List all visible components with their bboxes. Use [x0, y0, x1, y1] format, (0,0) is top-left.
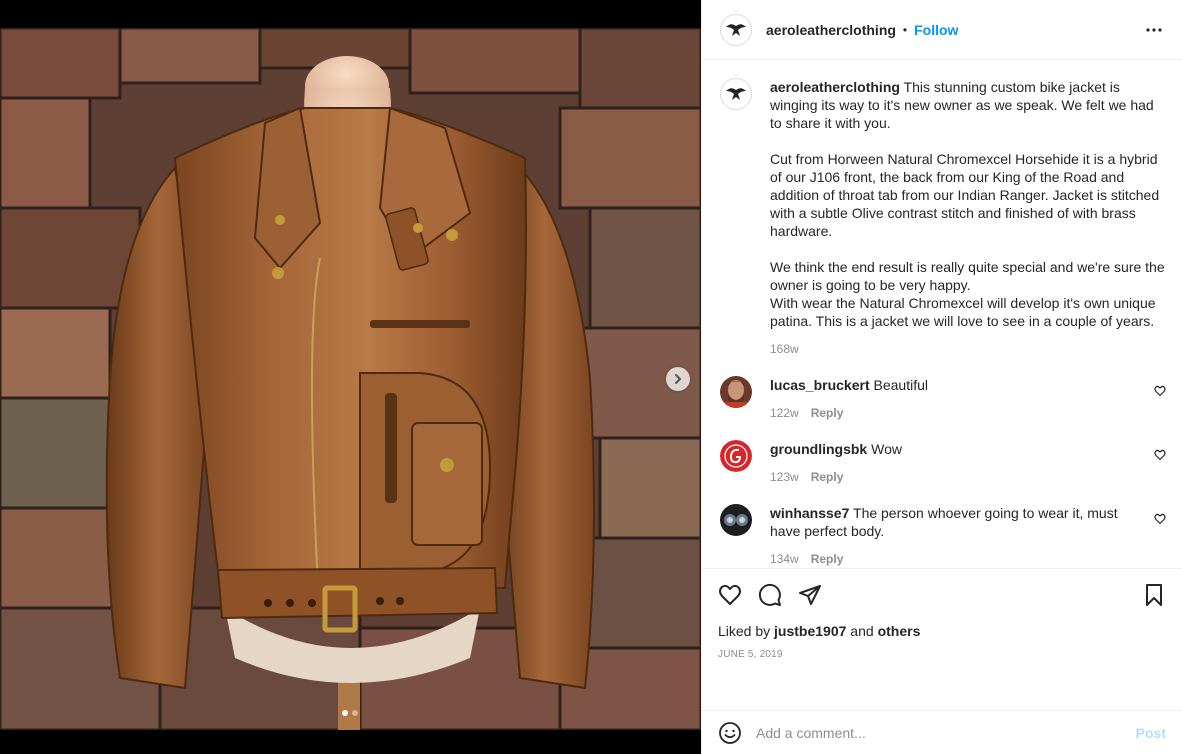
commenter-avatar[interactable] [720, 504, 752, 536]
avatar-photo [720, 504, 752, 536]
comment-timestamp[interactable]: 134w [770, 552, 799, 566]
comment-text: Wow [867, 441, 902, 457]
comment-item: groundlingsbk Wow 123w Reply [720, 440, 1166, 484]
comment-like-button[interactable] [1154, 448, 1166, 466]
heart-icon [719, 584, 741, 605]
comment-input[interactable] [756, 724, 1136, 741]
post-media [0, 0, 701, 754]
avatar-photo [720, 376, 752, 408]
like-button[interactable] [718, 583, 742, 607]
comment-item: winhansse7 The person whoever going to w… [720, 504, 1166, 566]
paper-plane-icon [799, 585, 821, 605]
comment-text-block: groundlingsbk Wow [770, 440, 1130, 458]
save-button[interactable] [1142, 583, 1166, 607]
reply-button[interactable]: Reply [811, 470, 844, 484]
commenter-avatar[interactable] [720, 376, 752, 408]
bookmark-icon [1146, 584, 1162, 606]
comment-timestamp[interactable]: 122w [770, 406, 799, 420]
caption-author-avatar[interactable] [720, 78, 752, 110]
post-comment-button[interactable]: Post [1136, 725, 1166, 741]
post-actions: Liked by justbe1907 and others JUNE 5, 2… [702, 568, 1182, 710]
comment-text-block: winhansse7 The person whoever going to w… [770, 504, 1130, 540]
caption-username[interactable]: aeroleatherclothing [770, 79, 900, 95]
eagle-logo-icon [726, 23, 746, 36]
share-button[interactable] [798, 583, 822, 607]
author-avatar[interactable] [720, 13, 752, 46]
carousel-indicator [342, 710, 358, 716]
chevron-right-icon [675, 374, 682, 384]
liked-prefix: Liked by [718, 623, 775, 639]
reply-button[interactable]: Reply [811, 552, 844, 566]
author-username[interactable]: aeroleatherclothing [766, 22, 896, 38]
comments-section: aeroleatherclothing This stunning custom… [702, 60, 1182, 568]
carousel-next-button[interactable] [666, 367, 690, 391]
comment-like-button[interactable] [1154, 384, 1166, 402]
comment-text: Beautiful [869, 377, 928, 393]
comment-like-button[interactable] [1154, 512, 1166, 530]
comment-item: lucas_bruckert Beautiful 122w Reply [720, 376, 1166, 420]
post-caption: aeroleatherclothing This stunning custom… [720, 78, 1166, 356]
caption-text: This stunning custom bike jacket is wing… [770, 79, 1165, 329]
carousel-dot-active [342, 710, 348, 716]
header-separator: • [902, 22, 908, 37]
liked-and: and [846, 623, 878, 639]
comment-username[interactable]: groundlingsbk [770, 441, 867, 457]
comment-timestamp[interactable]: 123w [770, 470, 799, 484]
emoji-button[interactable] [718, 721, 742, 745]
eagle-logo-icon [726, 88, 746, 100]
caption-text-block: aeroleatherclothing This stunning custom… [770, 78, 1166, 330]
more-options-button[interactable] [1142, 18, 1166, 42]
follow-button[interactable]: Follow [914, 22, 958, 38]
heart-icon [1154, 513, 1166, 525]
comment-username[interactable]: winhansse7 [770, 505, 849, 521]
post-date[interactable]: JUNE 5, 2019 [718, 649, 1166, 660]
heart-icon [1154, 449, 1166, 461]
action-icons-row [718, 583, 1166, 607]
commenter-avatar[interactable] [720, 440, 752, 472]
avatar-logo [720, 440, 752, 472]
comment-button[interactable] [758, 583, 782, 607]
liked-by-others[interactable]: others [878, 623, 921, 639]
caption-timestamp[interactable]: 168w [770, 342, 1166, 356]
carousel-dot [352, 710, 358, 716]
post-header: aeroleatherclothing • Follow [702, 0, 1182, 60]
instagram-post-view: aeroleatherclothing • Follow aeroleather… [0, 0, 1182, 754]
post-photo[interactable] [0, 28, 701, 730]
liked-by-text: Liked by justbe1907 and others [718, 623, 1166, 639]
heart-icon [1154, 385, 1166, 397]
more-horizontal-icon [1146, 27, 1162, 32]
jacket-photo-illustration [0, 28, 701, 730]
add-comment-bar: Post [702, 710, 1182, 754]
reply-button[interactable]: Reply [811, 406, 844, 420]
liked-by-user[interactable]: justbe1907 [774, 623, 846, 639]
comment-username[interactable]: lucas_bruckert [770, 377, 870, 393]
comment-text-block: lucas_bruckert Beautiful [770, 376, 1130, 394]
emoji-smile-icon [719, 721, 741, 744]
comment-bubble-icon [758, 583, 781, 606]
post-side-panel: aeroleatherclothing • Follow aeroleather… [701, 0, 1182, 754]
